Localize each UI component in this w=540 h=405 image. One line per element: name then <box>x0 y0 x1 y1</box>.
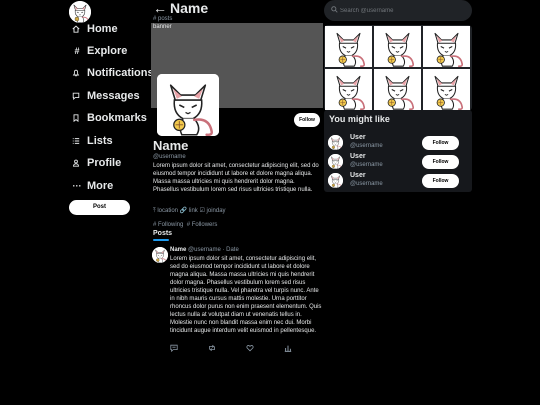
followers-link[interactable]: # Followers <box>187 222 218 228</box>
nav-label-profile: Profile <box>87 157 122 169</box>
back-arrow-icon[interactable]: ← <box>153 0 167 16</box>
left-sidebar: Home # Explore Notifications Messages Bo… <box>0 0 154 405</box>
post-actions <box>170 344 300 354</box>
hashtag-icon: # <box>74 46 80 56</box>
nav-item-bookmarks[interactable]: Bookmarks <box>72 109 147 127</box>
profile-avatar <box>157 74 219 136</box>
more-icon: ··· <box>72 181 82 191</box>
right-sidebar: You might like User @username Follow Use… <box>324 0 474 405</box>
posts-count: # posts <box>153 16 173 22</box>
media-thumbnail[interactable] <box>423 69 470 110</box>
suggested-user-username: @username <box>350 181 383 187</box>
media-thumbnail[interactable] <box>374 69 421 110</box>
suggested-follow-button[interactable]: Follow <box>422 174 459 188</box>
nav-item-messages[interactable]: Messages <box>72 87 140 105</box>
bell-icon <box>72 69 82 77</box>
person-icon <box>72 159 82 167</box>
profile-username: @username <box>153 154 186 160</box>
follow-button[interactable]: Follow <box>294 113 320 127</box>
banner-label: banner <box>153 24 172 30</box>
like-icon[interactable] <box>246 344 256 354</box>
suggested-user-name: User <box>350 134 366 141</box>
suggested-user-avatar[interactable] <box>328 173 343 188</box>
media-thumbnail[interactable] <box>374 26 421 67</box>
tab-active-indicator <box>153 239 169 241</box>
nav-label-notifications: Notifications <box>87 67 154 79</box>
nav-item-notifications[interactable]: Notifications <box>72 64 154 82</box>
suggested-user-name: User <box>350 172 366 179</box>
suggested-user-name: User <box>350 153 366 160</box>
suggested-follow-button[interactable]: Follow <box>422 136 459 150</box>
media-grid <box>324 25 472 111</box>
page-title: Name <box>170 0 209 16</box>
nav-label-lists: Lists <box>87 135 113 147</box>
post-button[interactable]: Post <box>69 200 130 215</box>
suggested-user[interactable]: User @username Follow <box>324 153 472 171</box>
bookmark-icon <box>72 114 82 122</box>
reply-icon[interactable] <box>170 344 180 354</box>
who-to-follow-panel: You might like User @username Follow Use… <box>324 110 472 192</box>
suggested-user-username: @username <box>350 162 383 168</box>
media-thumbnail[interactable] <box>423 26 470 67</box>
search-icon <box>331 6 338 13</box>
profile-header: ← Name <box>153 0 208 16</box>
message-icon <box>72 92 82 100</box>
nav-item-explore[interactable]: # Explore <box>72 42 127 60</box>
suggested-user-avatar[interactable] <box>328 135 343 150</box>
repost-icon[interactable] <box>208 344 218 354</box>
post-text: Lorem ipsum dolor sit amet, consectetur … <box>170 256 322 334</box>
nav-label-bookmarks: Bookmarks <box>87 112 147 124</box>
profile-meta: ⤒ location 🔗 link ☑ joinday <box>153 208 226 214</box>
search-bar[interactable] <box>324 0 472 21</box>
tab-posts[interactable]: Posts <box>153 230 172 237</box>
profile-bio: Lorem ipsum dolor sit amet, consectetur … <box>153 163 319 193</box>
list-icon <box>72 137 82 145</box>
media-thumbnail[interactable] <box>325 26 372 67</box>
post-author-name[interactable]: Name <box>170 247 186 253</box>
follow-counts: # Following # Followers <box>153 222 217 228</box>
search-input[interactable] <box>340 5 460 16</box>
suggested-user-username: @username <box>350 143 383 149</box>
nav-label-more: More <box>87 180 114 192</box>
media-thumbnail[interactable] <box>325 69 372 110</box>
nav-item-home[interactable]: Home <box>72 20 118 38</box>
following-link[interactable]: # Following <box>153 222 183 228</box>
home-icon <box>72 25 82 33</box>
post-avatar[interactable] <box>152 247 168 263</box>
nav-label-messages: Messages <box>87 90 140 102</box>
suggested-follow-button[interactable]: Follow <box>422 155 459 169</box>
nav-item-profile[interactable]: Profile <box>72 154 121 172</box>
post-author-username: @username <box>188 247 221 253</box>
suggested-user-avatar[interactable] <box>328 154 343 169</box>
nav-item-more[interactable]: ··· More <box>72 177 114 195</box>
profile-column: ← Name # posts banner Follow Name @userna… <box>151 0 323 405</box>
post-date: · Date <box>222 247 239 253</box>
nav-label-explore: Explore <box>87 45 128 57</box>
post-header: Name @username · Date <box>170 247 239 253</box>
nav-label-home: Home <box>87 23 118 35</box>
suggested-user[interactable]: User @username Follow <box>324 172 472 190</box>
profile-name: Name <box>153 138 189 153</box>
nav-item-lists[interactable]: Lists <box>72 132 113 150</box>
analytics-icon[interactable] <box>284 344 294 354</box>
who-to-follow-title: You might like <box>329 114 390 124</box>
suggested-user[interactable]: User @username Follow <box>324 134 472 152</box>
